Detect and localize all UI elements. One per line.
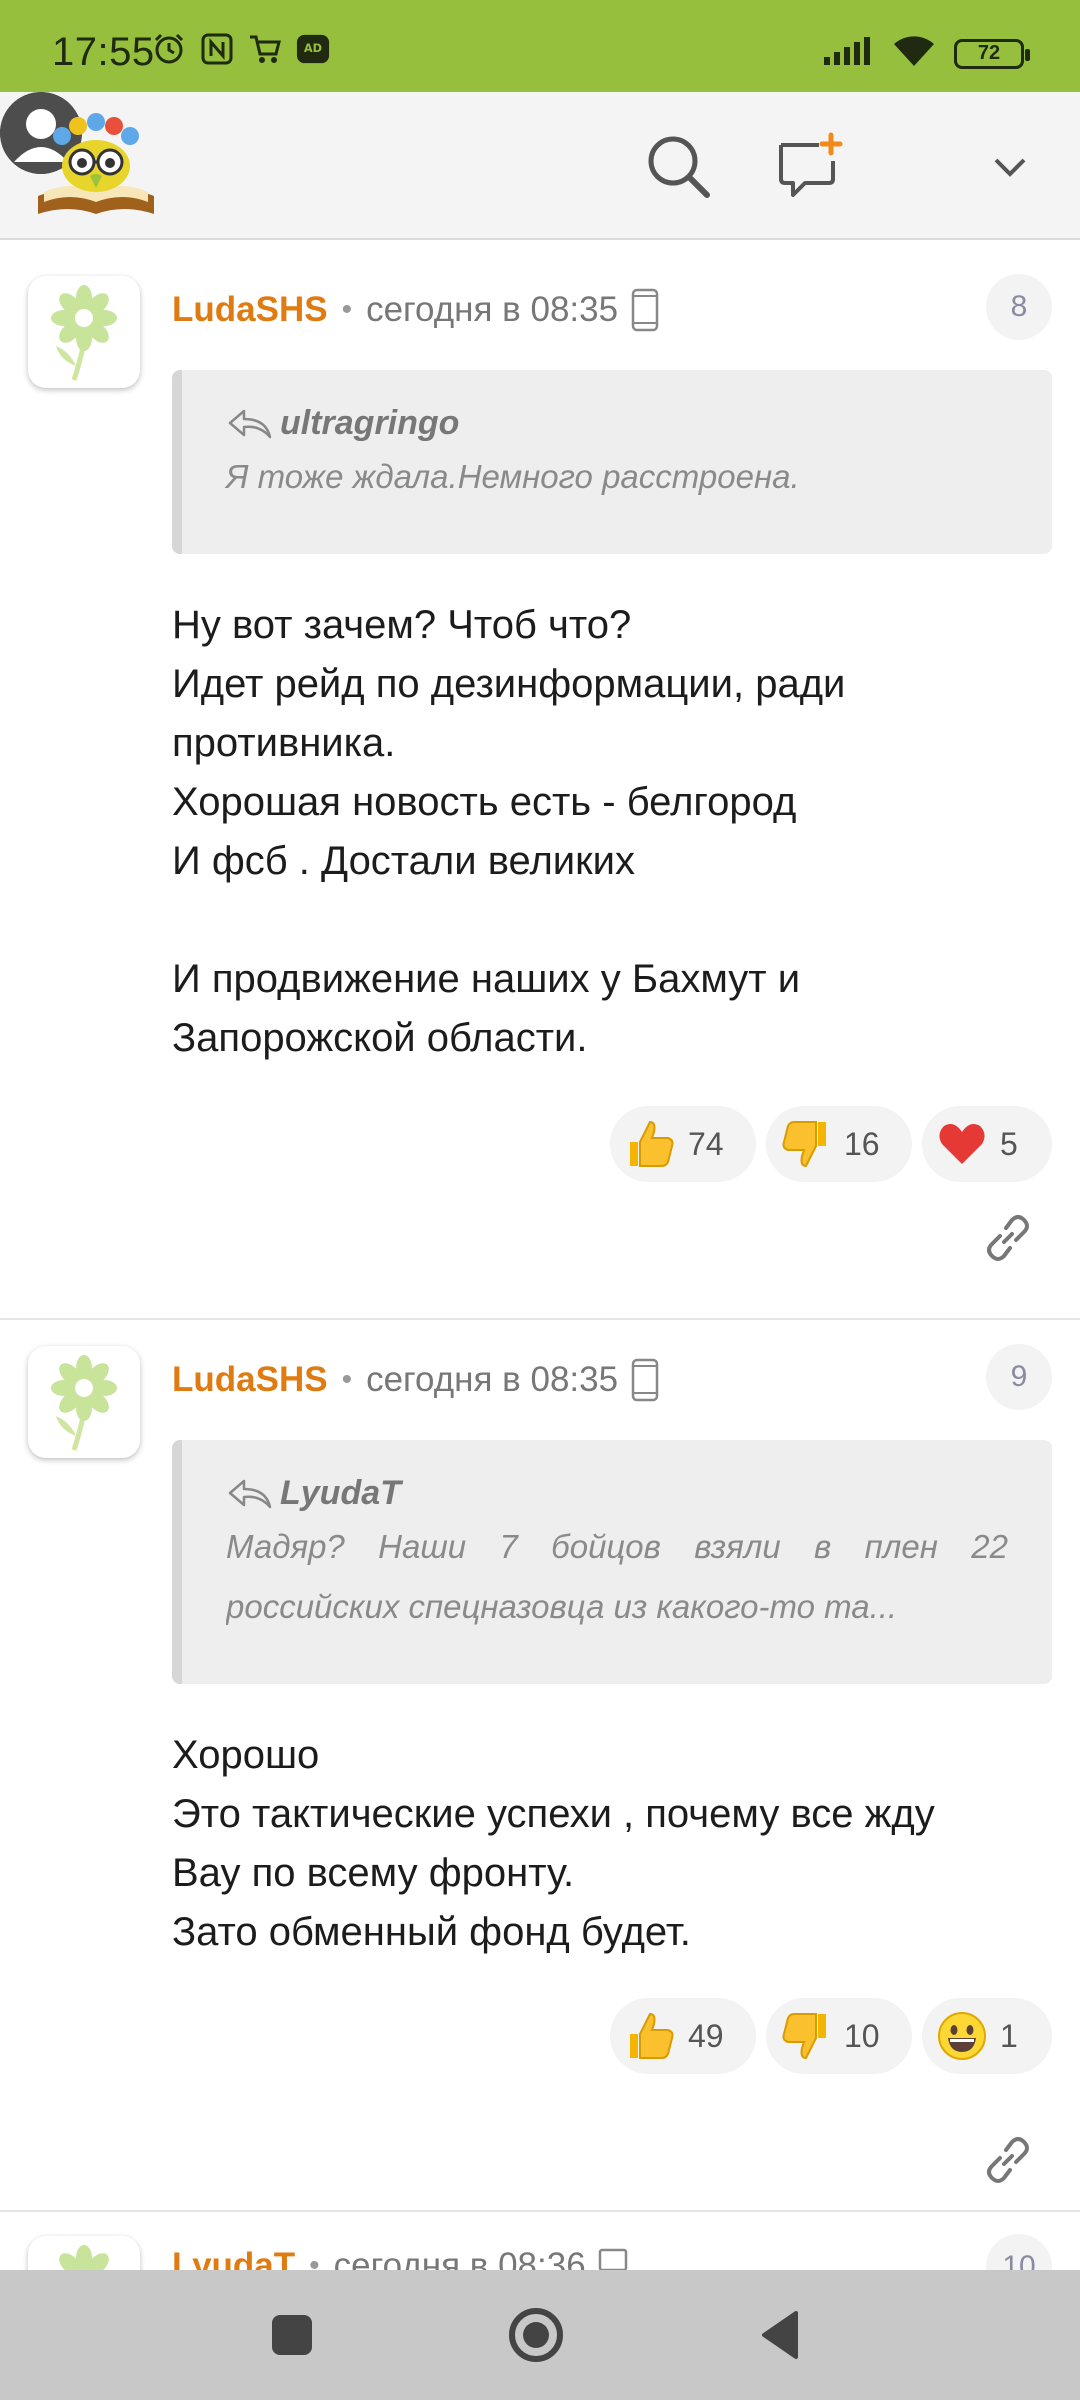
status-icons-right: 72 <box>822 34 1030 73</box>
battery-icon: 72 <box>954 38 1030 69</box>
flower-icon <box>51 1355 117 1451</box>
reactions-row: 49 10 1 <box>610 1998 1052 2074</box>
avatar[interactable] <box>28 1346 140 1458</box>
comment-meta: LudaSHS • сегодня в 08:35 <box>172 1358 660 1402</box>
status-icons-left: AD <box>152 32 330 66</box>
quote-author-row: ultragringo <box>226 404 1008 443</box>
comment-number[interactable]: 10 <box>986 2234 1052 2270</box>
comment-item: LyudaT • сегодня в 08:36 10 <box>0 2200 1080 2270</box>
reply-icon <box>228 409 272 438</box>
app-header <box>0 92 1080 240</box>
home-button[interactable] <box>506 2305 566 2365</box>
meta-separator: • <box>341 1363 353 1396</box>
comment-meta: LudaSHS • сегодня в 08:35 <box>172 288 660 332</box>
comment-divider <box>0 1318 1080 1320</box>
reaction-thumbs-down[interactable]: 10 <box>766 1998 912 2074</box>
comment-meta: LyudaT • сегодня в 08:36 <box>172 2244 628 2270</box>
flower-icon <box>51 285 117 381</box>
reaction-thumbs-up[interactable]: 49 <box>610 1998 756 2074</box>
svg-text:AD: AD <box>304 41 322 55</box>
avatar[interactable] <box>28 2236 140 2270</box>
quote-author-row: LyudaT <box>226 1474 1008 1513</box>
reply-icon <box>228 1479 272 1508</box>
mobile-device-icon <box>631 288 659 332</box>
reaction-count: 16 <box>844 1125 880 1162</box>
search-icon <box>648 136 710 198</box>
search-button[interactable] <box>640 128 716 204</box>
permalink-button[interactable] <box>978 2130 1038 2190</box>
signal-icon <box>822 35 874 72</box>
reaction-count: 10 <box>844 2017 880 2054</box>
heart-icon <box>936 1118 988 1170</box>
reaction-count: 49 <box>688 2017 724 2054</box>
reaction-thumbs-up[interactable]: 74 <box>610 1106 756 1182</box>
triangle-back-icon <box>762 2311 798 2359</box>
desktop-device-icon <box>598 2248 627 2270</box>
comment-text: Ну вот зачем? Чтоб что? Идет рейд по дез… <box>172 603 846 1060</box>
comment-number[interactable]: 9 <box>986 1344 1052 1410</box>
new-message-icon <box>779 132 843 197</box>
thumbs-down-icon <box>780 1118 832 1170</box>
reaction-grinning[interactable]: 1 <box>922 1998 1052 2074</box>
quote-author: ultragringo <box>280 404 460 442</box>
comment-text: Хорошо Это тактические успехи , почему в… <box>172 1733 935 1954</box>
quote-block[interactable]: ultragringo Я тоже ждала.Немного расстро… <box>172 370 1052 554</box>
flower-icon <box>59 2245 109 2270</box>
reaction-count: 1 <box>1000 2017 1018 2054</box>
alarm-icon <box>152 32 186 66</box>
reactions-row: 74 16 5 <box>610 1106 1052 1182</box>
link-icon <box>987 2137 1029 2183</box>
comment-date: сегодня в 08:35 <box>366 1360 619 1399</box>
status-time: 17:55 <box>52 30 155 74</box>
wifi-icon <box>892 34 936 73</box>
reaction-heart[interactable]: 5 <box>922 1106 1052 1182</box>
comment-number[interactable]: 8 <box>986 274 1052 340</box>
meta-separator: • <box>309 2249 320 2270</box>
adblock-icon: AD <box>296 32 330 66</box>
quote-block[interactable]: LyudaT Мадяр? Наши 7 бойцов взяли в плен… <box>172 1440 1052 1684</box>
thumbs-down-icon <box>780 2010 832 2062</box>
reaction-count: 5 <box>1000 1125 1018 1162</box>
comment-author[interactable]: LudaSHS <box>172 1360 328 1400</box>
status-bar: 17:55 AD 72 <box>0 0 1080 92</box>
reaction-thumbs-down[interactable]: 16 <box>766 1106 912 1182</box>
permalink-button[interactable] <box>978 1208 1038 1268</box>
grinning-face-icon <box>936 2010 988 2062</box>
mobile-device-icon <box>631 1358 659 1402</box>
comment-author[interactable]: LyudaT <box>172 2246 295 2270</box>
square-icon <box>272 2315 312 2355</box>
avatar[interactable] <box>28 276 140 388</box>
recent-apps-button[interactable] <box>262 2305 322 2365</box>
thumbs-up-icon <box>624 2010 676 2062</box>
chevron-down-icon[interactable] <box>990 148 1030 188</box>
nfc-icon <box>200 32 234 66</box>
link-icon <box>987 1215 1029 1261</box>
comment-author[interactable]: LudaSHS <box>172 290 328 330</box>
cart-icon <box>248 32 282 66</box>
circle-home-icon <box>509 2308 563 2362</box>
meta-separator: • <box>341 293 353 326</box>
system-nav-bar <box>0 2270 1080 2400</box>
quote-text: Мадяр? Наши 7 бойцов взяли в плен 22 рос… <box>226 1528 1008 1625</box>
reaction-count: 74 <box>688 1125 724 1162</box>
new-message-button[interactable] <box>772 128 848 204</box>
quote-text: Я тоже ждала.Немного расстроена. <box>226 458 800 495</box>
comment-date: сегодня в 08:35 <box>366 290 619 329</box>
comment-date: сегодня в 08:36 <box>333 2246 586 2270</box>
quote-author: LyudaT <box>280 1474 401 1512</box>
book-mascot-logo[interactable] <box>34 110 158 220</box>
back-button[interactable] <box>752 2305 812 2365</box>
thumbs-up-icon <box>624 1118 676 1170</box>
